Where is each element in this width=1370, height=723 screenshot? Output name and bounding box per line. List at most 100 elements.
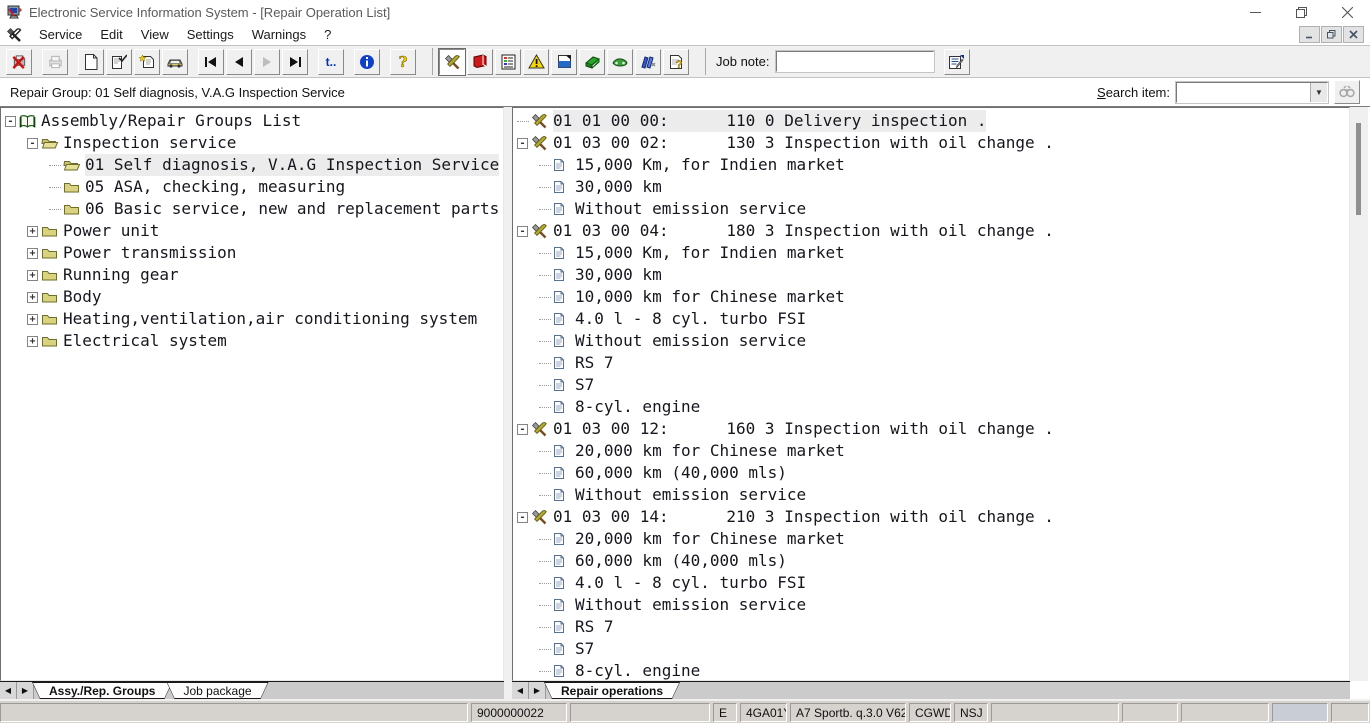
workshop-manual-button[interactable] — [467, 49, 493, 75]
repair-operation-row[interactable]: Without emission service — [513, 330, 1349, 352]
search-button[interactable] — [1334, 80, 1360, 104]
assembly-tree-row[interactable]: 05 ASA, checking, measuring — [1, 176, 503, 198]
assembly-tree-row[interactable]: +Body — [1, 286, 503, 308]
repair-operation-row[interactable]: 20,000 km for Chinese market — [513, 440, 1349, 462]
repair-operation-row[interactable]: 60,000 km (40,000 mls) — [513, 462, 1349, 484]
last-record-button[interactable] — [282, 49, 308, 75]
next-record-button[interactable] — [254, 49, 280, 75]
tab-scroll-left-icon[interactable]: ◀ — [0, 682, 17, 699]
window-restore-button[interactable] — [1278, 0, 1324, 24]
document-help-button[interactable]: ? — [663, 49, 689, 75]
repair-operation-row[interactable]: RS 7 — [513, 352, 1349, 374]
menu-item-[interactable]: ? — [315, 25, 340, 44]
expander-plus-icon[interactable]: + — [27, 336, 38, 347]
repair-operation-row[interactable]: 8-cyl. engine — [513, 660, 1349, 681]
vertical-scrollbar[interactable] — [1350, 107, 1368, 699]
previous-record-button[interactable] — [226, 49, 252, 75]
repair-operation-row[interactable]: 10,000 km for Chinese market — [513, 286, 1349, 308]
panel-splitter[interactable] — [504, 107, 512, 699]
repair-operation-row[interactable]: -01 03 00 02: 130 3 Inspection with oil … — [513, 132, 1349, 154]
repair-operation-row[interactable]: S7 — [513, 374, 1349, 396]
tab-job-package[interactable]: Job package — [166, 682, 268, 699]
assembly-tree-row[interactable]: -Assembly/Repair Groups List — [1, 110, 503, 132]
repair-operation-row[interactable]: 8-cyl. engine — [513, 396, 1349, 418]
repair-operation-row[interactable]: 4.0 l - 8 cyl. turbo FSI — [513, 308, 1349, 330]
tab-assy-rep-groups[interactable]: Assy./Rep. Groups — [32, 682, 172, 699]
window-close-button[interactable] — [1324, 0, 1370, 24]
warnings-button[interactable] — [523, 49, 549, 75]
tab-repair-operations[interactable]: Repair operations — [544, 682, 680, 699]
repair-operation-row[interactable]: -01 03 00 12: 160 3 Inspection with oil … — [513, 418, 1349, 440]
expander-minus-icon[interactable]: - — [517, 138, 528, 149]
assembly-tree-row[interactable]: +Power transmission — [1, 242, 503, 264]
menu-item-warnings[interactable]: Warnings — [243, 25, 315, 44]
assembly-tree-row[interactable]: +Electrical system — [1, 330, 503, 352]
menu-item-service[interactable]: Service — [30, 25, 91, 44]
expander-plus-icon[interactable]: + — [27, 292, 38, 303]
vehicle-data-button[interactable] — [607, 49, 633, 75]
repair-operation-row[interactable]: 20,000 km for Chinese market — [513, 528, 1349, 550]
repair-operation-row[interactable]: -01 03 00 04: 180 3 Inspection with oil … — [513, 220, 1349, 242]
tab-scroll-right-icon[interactable]: ▶ — [529, 682, 546, 699]
expander-minus-icon[interactable]: - — [5, 116, 16, 127]
expander-minus-icon[interactable]: - — [517, 424, 528, 435]
paint-info-button[interactable] — [551, 49, 577, 75]
assembly-tree-row[interactable]: +Heating,ventilation,air conditioning sy… — [1, 308, 503, 330]
window-minimize-button[interactable] — [1232, 0, 1278, 24]
new-job-button[interactable] — [134, 49, 160, 75]
repair-operation-row[interactable]: 30,000 km — [513, 176, 1349, 198]
repair-operation-row[interactable]: S7 — [513, 638, 1349, 660]
expander-minus-icon[interactable]: - — [517, 512, 528, 523]
repair-operation-row[interactable]: Without emission service — [513, 198, 1349, 220]
repair-operation-row[interactable]: -01 03 00 14: 210 3 Inspection with oil … — [513, 506, 1349, 528]
repair-operation-row[interactable]: 60,000 km (40,000 mls) — [513, 550, 1349, 572]
repair-operation-row[interactable]: 30,000 km — [513, 264, 1349, 286]
scrollbar-thumb[interactable] — [1356, 123, 1361, 215]
repair-operation-row[interactable]: 15,000 Km, for Indien market — [513, 154, 1349, 176]
child-system-menu-icon[interactable] — [6, 27, 23, 43]
help-button[interactable]: ? — [390, 49, 416, 75]
menu-item-settings[interactable]: Settings — [178, 25, 243, 44]
job-note-input[interactable] — [776, 51, 934, 72]
time-units-button[interactable]: t.. — [318, 49, 344, 75]
repair-operation-row[interactable]: 4.0 l - 8 cyl. turbo FSI — [513, 572, 1349, 594]
repair-operations-button[interactable] — [439, 49, 465, 75]
first-record-button[interactable] — [198, 49, 224, 75]
expander-plus-icon[interactable]: + — [27, 226, 38, 237]
child-restore-button[interactable] — [1321, 26, 1342, 43]
expander-plus-icon[interactable]: + — [27, 314, 38, 325]
assembly-tree-row[interactable]: -Inspection service — [1, 132, 503, 154]
scrollbar-track[interactable] — [1350, 107, 1368, 681]
repair-operation-row[interactable]: 01 01 00 00: 110 0 Delivery inspection . — [513, 110, 1349, 132]
child-minimize-button[interactable] — [1299, 26, 1320, 43]
repair-operation-row[interactable]: RS 7 — [513, 616, 1349, 638]
job-note-edit-button[interactable] — [944, 49, 970, 75]
repair-operation-row[interactable]: Without emission service — [513, 594, 1349, 616]
tab-scroll-left-icon[interactable]: ◀ — [512, 682, 529, 699]
wiring-diagrams-button[interactable] — [635, 49, 661, 75]
menu-item-view[interactable]: View — [132, 25, 178, 44]
menu-item-edit[interactable]: Edit — [91, 25, 131, 44]
info-button[interactable] — [354, 49, 380, 75]
assembly-tree-row[interactable]: +Power unit — [1, 220, 503, 242]
exit-button[interactable] — [6, 49, 32, 75]
assembly-groups-tree[interactable]: -Assembly/Repair Groups List-Inspection … — [0, 107, 504, 681]
repair-operations-list[interactable]: 01 01 00 00: 110 0 Delivery inspection .… — [512, 107, 1350, 681]
chevron-down-icon[interactable]: ▼ — [1310, 83, 1327, 102]
expander-plus-icon[interactable]: + — [27, 270, 38, 281]
service-binder-button[interactable] — [579, 49, 605, 75]
tab-scroll-right-icon[interactable]: ▶ — [17, 682, 34, 699]
vehicle-button[interactable] — [162, 49, 188, 75]
document-check-button[interactable] — [106, 49, 132, 75]
search-item-combobox[interactable]: ▼ — [1176, 82, 1328, 103]
expander-plus-icon[interactable]: + — [27, 248, 38, 259]
assembly-tree-row[interactable]: 01 Self diagnosis, V.A.G Inspection Serv… — [1, 154, 503, 176]
assembly-tree-row[interactable]: 06 Basic service, new and replacement pa… — [1, 198, 503, 220]
repair-operation-row[interactable]: Without emission service — [513, 484, 1349, 506]
maintenance-list-button[interactable] — [495, 49, 521, 75]
assembly-tree-row[interactable]: +Running gear — [1, 264, 503, 286]
repair-operation-row[interactable]: 15,000 Km, for Indien market — [513, 242, 1349, 264]
print-button[interactable] — [42, 49, 68, 75]
new-document-button[interactable] — [78, 49, 104, 75]
expander-minus-icon[interactable]: - — [517, 226, 528, 237]
